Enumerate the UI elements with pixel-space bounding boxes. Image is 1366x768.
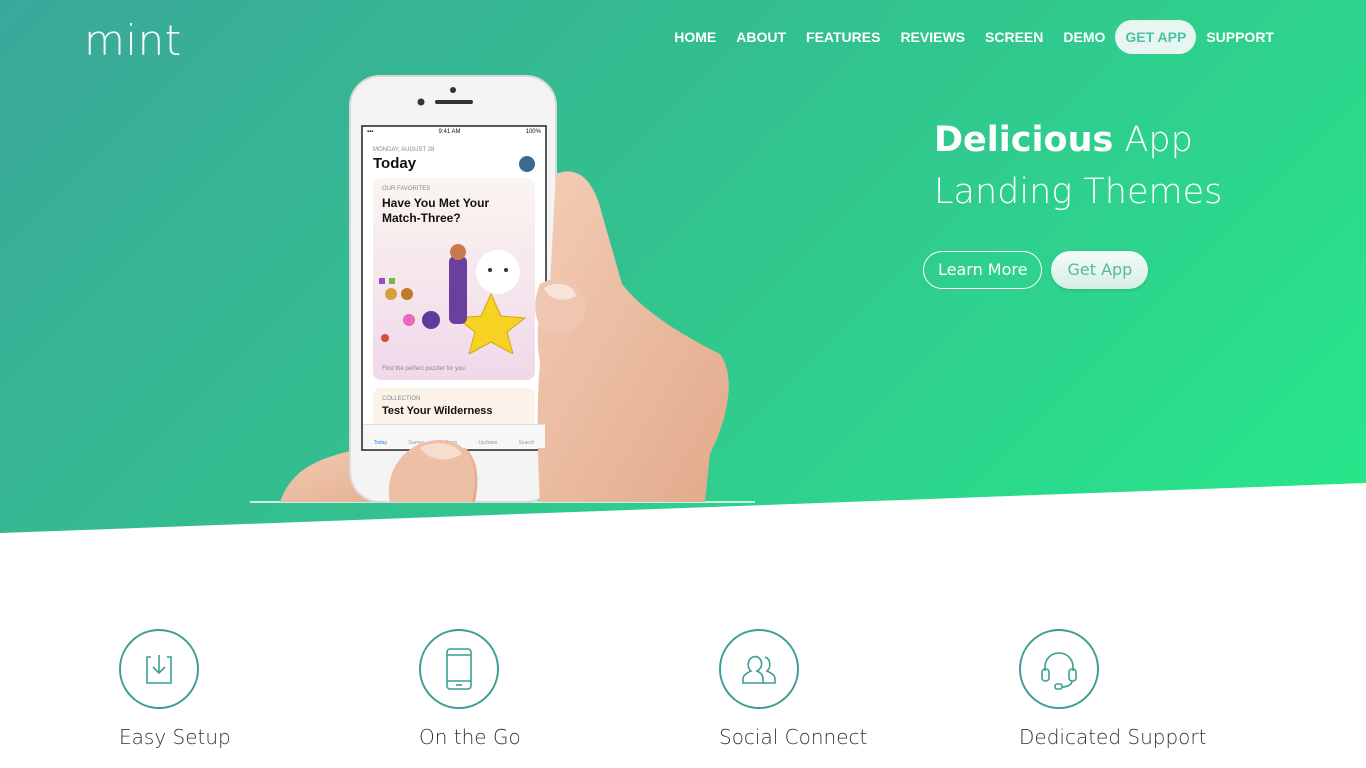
feature-easy-setup: Easy Setup [119, 629, 231, 749]
feature-label: Dedicated Support [1019, 725, 1207, 749]
get-app-button[interactable]: Get App [1051, 251, 1149, 289]
nav-about[interactable]: ABOUT [726, 20, 796, 54]
phone-camera [417, 98, 425, 106]
collection-title: Test Your Wilderness [382, 405, 493, 417]
feature-dedicated-support: Dedicated Support [1019, 629, 1206, 749]
left-thumb-overlay [388, 439, 475, 502]
phone-screen-content: ▪▪▪ 9:41 AM 100% MONDAY, AUGUST 28 Today… [363, 128, 545, 448]
feature-label: Social Connect [719, 725, 868, 749]
status-battery: 100% [525, 129, 541, 135]
phone-speaker [435, 100, 473, 104]
feature-icon-circle [1019, 629, 1099, 709]
feature-icon-circle [419, 629, 499, 709]
hero-headline: Delicious App Landing Themes [934, 114, 1222, 218]
card-title-1: Have You Met Your [382, 196, 490, 210]
tab-search[interactable]: Search [518, 440, 534, 446]
feature-icon-circle [119, 629, 199, 709]
feature-social-connect: Social Connect [719, 629, 867, 749]
phone-avatar [519, 155, 535, 172]
phone-title: Today [373, 155, 417, 172]
headline-bold: Delicious [934, 120, 1114, 160]
right-thumb-overlay [535, 278, 587, 334]
card-tag: OUR FAVORITES [382, 186, 431, 192]
feature-on-the-go: On the Go [419, 629, 521, 749]
phone-date: MONDAY, AUGUST 28 [373, 147, 435, 153]
mobile-icon [446, 648, 472, 690]
headline-rest: App [1113, 120, 1193, 160]
nav-screen[interactable]: SCREEN [975, 20, 1053, 54]
card-caption: Find the perfect puzzler for you. [382, 366, 467, 372]
nav-demo[interactable]: DEMO [1053, 20, 1115, 54]
collection-card: COLLECTION Test Your Wilderness [373, 388, 535, 428]
feature-label: On the Go [419, 725, 521, 749]
nav-reviews[interactable]: REVIEWS [890, 20, 975, 54]
feature-label: Easy Setup [119, 725, 231, 749]
download-icon [146, 655, 172, 684]
logo[interactable]: mint [84, 16, 182, 65]
main-nav: HOME ABOUT FEATURES REVIEWS SCREEN DEMO … [664, 20, 1284, 54]
nav-support[interactable]: SUPPORT [1196, 20, 1284, 54]
hero-buttons: Learn More Get App [923, 251, 1149, 289]
users-icon [742, 655, 776, 684]
status-time: 9:41 AM [438, 129, 461, 135]
headline-line2: Landing Themes [934, 172, 1223, 212]
phone-sensor [450, 87, 456, 93]
collection-tag: COLLECTION [382, 396, 421, 402]
headset-icon [1041, 652, 1077, 690]
nav-home[interactable]: HOME [664, 20, 726, 54]
learn-more-button[interactable]: Learn More [923, 251, 1043, 289]
feature-icon-circle [719, 629, 799, 709]
status-signal: ▪▪▪ [367, 129, 374, 135]
featured-card: OUR FAVORITES Have You Met Your Match-Th… [373, 178, 535, 380]
nav-get-app[interactable]: GET APP [1115, 20, 1197, 54]
card-title-2: Match-Three? [382, 211, 461, 225]
nav-features[interactable]: FEATURES [796, 20, 890, 54]
game-artwork [379, 244, 527, 354]
